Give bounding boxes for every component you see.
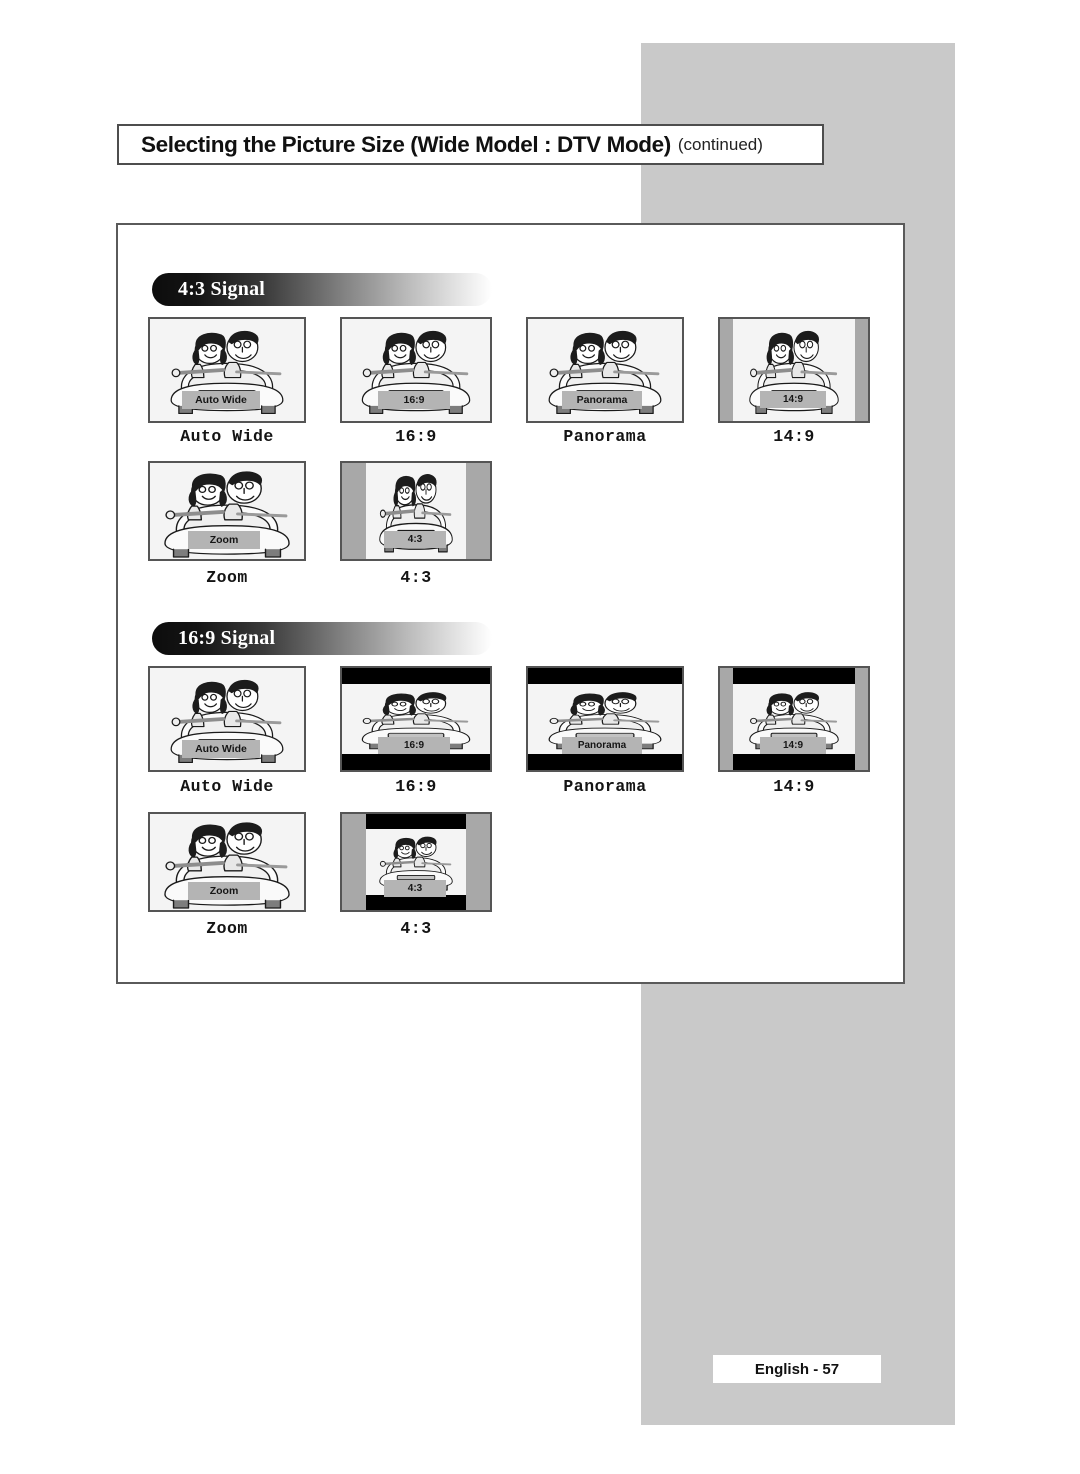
thumbnail-16-9-16-9: 16:9 bbox=[340, 666, 492, 772]
side-bar-right bbox=[466, 463, 490, 559]
thumbnail-panorama-4-3: Panorama bbox=[526, 317, 684, 423]
thumbnail-caption: 4:3 bbox=[400, 568, 432, 587]
thumbnail-caption: 14:9 bbox=[773, 777, 815, 796]
size-badge: Zoom bbox=[188, 531, 260, 549]
side-bar-right bbox=[855, 319, 868, 421]
manual-page: Selecting the Picture Size (Wide Model :… bbox=[0, 0, 1080, 1474]
thumbnail-4-3-4-3: 4:3 bbox=[340, 461, 492, 561]
side-bar-left bbox=[342, 814, 366, 910]
letterbox-top bbox=[528, 668, 682, 684]
side-bar-left bbox=[720, 668, 733, 770]
page-title-continued: (continued) bbox=[677, 134, 763, 154]
thumbnail-caption: 16:9 bbox=[395, 427, 437, 446]
thumbnail-caption: Auto Wide bbox=[180, 777, 274, 796]
thumbnail-zoom-16-9: Zoom bbox=[148, 812, 306, 912]
letterbox-bottom bbox=[366, 895, 466, 910]
thumbnail-caption: Panorama bbox=[563, 777, 647, 796]
size-badge: 14:9 bbox=[760, 737, 826, 754]
footer-page-label: English - 57 bbox=[713, 1355, 881, 1383]
thumbnail-caption: 14:9 bbox=[773, 427, 815, 446]
thumbnail-caption: 16:9 bbox=[395, 777, 437, 796]
letterbox-top bbox=[342, 668, 490, 684]
size-badge: 14:9 bbox=[760, 391, 826, 408]
thumbnail-caption: Zoom bbox=[206, 568, 248, 587]
thumbnail-14-9-4-3: 14:9 bbox=[718, 317, 870, 423]
thumbnail-auto-wide-16-9: Auto Wide bbox=[148, 666, 306, 772]
thumbnail-panorama-16-9: Panorama bbox=[526, 666, 684, 772]
thumbnail-auto-wide-4-3: Auto Wide bbox=[148, 317, 306, 423]
thumbnail-16-9-4-3: 16:9 bbox=[340, 317, 492, 423]
thumbnail-14-9-16-9: 14:9 bbox=[718, 666, 870, 772]
side-bar-right bbox=[466, 814, 490, 910]
thumbnail-zoom-4-3: Zoom bbox=[148, 461, 306, 561]
letterbox-bottom bbox=[342, 754, 490, 770]
letterbox-bottom bbox=[733, 754, 855, 770]
size-badge: Panorama bbox=[562, 737, 642, 754]
thumbnail-4-3-16-9: 4:3 bbox=[340, 812, 492, 912]
thumbnail-caption: Auto Wide bbox=[180, 427, 274, 446]
thumbnail-caption: Panorama bbox=[563, 427, 647, 446]
section-header-label: 4:3 Signal bbox=[178, 278, 266, 300]
side-bar-left bbox=[342, 463, 366, 559]
section-header-16-9-signal: 16:9 Signal bbox=[152, 622, 492, 655]
thumbnail-caption: Zoom bbox=[206, 919, 248, 938]
size-badge: 4:3 bbox=[384, 880, 446, 897]
size-badge: Zoom bbox=[188, 882, 260, 900]
letterbox-top bbox=[366, 814, 466, 829]
footer-text: English - 57 bbox=[754, 1360, 840, 1378]
thumbnail-caption: 4:3 bbox=[400, 919, 432, 938]
page-title: Selecting the Picture Size (Wide Model :… bbox=[141, 131, 671, 157]
page-title-bar: Selecting the Picture Size (Wide Model :… bbox=[117, 124, 824, 165]
side-bar-left bbox=[720, 319, 733, 421]
size-badge: 4:3 bbox=[384, 531, 446, 548]
letterbox-bottom bbox=[528, 754, 682, 770]
size-badge: 16:9 bbox=[378, 737, 450, 754]
section-header-4-3-signal: 4:3 Signal bbox=[152, 273, 492, 306]
size-badge: Auto Wide bbox=[182, 740, 260, 758]
size-badge: Panorama bbox=[562, 391, 642, 409]
size-badge: 16:9 bbox=[378, 391, 450, 409]
size-badge: Auto Wide bbox=[182, 391, 260, 409]
letterbox-top bbox=[733, 668, 855, 684]
section-header-label: 16:9 Signal bbox=[178, 627, 276, 649]
side-bar-right bbox=[855, 668, 868, 770]
